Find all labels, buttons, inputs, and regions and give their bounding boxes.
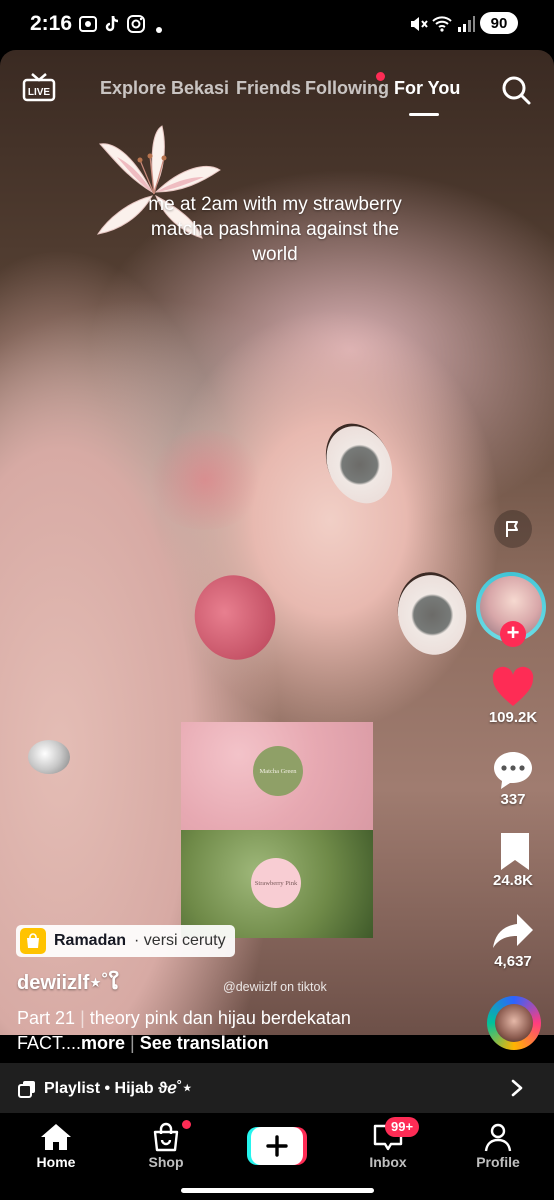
share-count: 4,637: [494, 953, 532, 970]
music-disc-image: [495, 1004, 533, 1042]
chevron-right-icon[interactable]: [508, 1078, 526, 1098]
create-button[interactable]: [247, 1127, 307, 1165]
playlist-icon: [18, 1081, 35, 1098]
more-notifications-dot: [156, 27, 162, 33]
shopping-bag-icon: [20, 928, 46, 954]
mute-icon: [411, 17, 428, 31]
nav-shop-label: Shop: [148, 1154, 184, 1170]
active-tab-indicator: [409, 113, 439, 116]
report-button[interactable]: [494, 510, 532, 548]
creator-username[interactable]: dewiizlf⋆˚ໃ: [17, 970, 119, 995]
nav-home-label: Home: [36, 1154, 76, 1170]
strawberry-pink-swatch: Strawberry Pink: [251, 858, 301, 908]
video-button-brooch: [28, 740, 70, 774]
nav-home[interactable]: Home: [11, 1120, 101, 1170]
svg-text:LIVE: LIVE: [28, 87, 51, 98]
tab-friends[interactable]: Friends: [236, 78, 301, 99]
shopping-bag-nav-icon: [153, 1122, 179, 1152]
caption-part: Part 21: [17, 1008, 76, 1028]
caption-continued: FACT....: [17, 1033, 82, 1053]
comment-count: 337: [500, 791, 526, 808]
video-blush-shape: [145, 430, 265, 530]
color-swatch-collage: Matcha Green Strawberry Pink: [181, 722, 373, 938]
home-indicator: [181, 1188, 374, 1193]
video-watermark: @dewiizlf on tiktok: [223, 980, 327, 994]
playlist-label: Playlist • Hijab ϑℯ˚⋆: [44, 1080, 193, 1097]
anchor-link[interactable]: Ramadan · versi ceruty: [16, 925, 235, 957]
tab-following[interactable]: Following: [305, 78, 389, 99]
matcha-green-swatch: Matcha Green: [253, 746, 303, 796]
screen-record-icon: [79, 16, 97, 32]
video-eye-left: [313, 412, 405, 515]
anchor-title: Ramadan: [54, 932, 127, 949]
tab-for-you[interactable]: For You: [394, 78, 460, 99]
live-icon[interactable]: LIVE: [22, 72, 56, 102]
nav-profile[interactable]: Profile: [453, 1120, 543, 1170]
post-caption-line1: Part 21 | theory pink dan hijau berdekat…: [17, 1008, 351, 1028]
instagram-icon: [127, 15, 145, 33]
playlist-bar[interactable]: Playlist • Hijab ϑℯ˚⋆: [0, 1063, 554, 1113]
nav-shop[interactable]: Shop: [121, 1120, 211, 1170]
signal-icon: [458, 16, 475, 32]
video-lips-shape: [182, 563, 288, 672]
anchor-subtitle: · versi ceruty: [134, 932, 226, 949]
tab-bekasi[interactable]: Bekasi: [171, 78, 229, 99]
status-time: 2:16: [30, 12, 73, 35]
share-icon[interactable]: [491, 910, 535, 954]
post-caption-line2: FACT....more | See translation: [17, 1033, 269, 1053]
tab-explore[interactable]: Explore: [100, 78, 166, 99]
comment-icon[interactable]: [491, 748, 535, 792]
save-count: 24.8K: [492, 872, 534, 889]
following-notification-dot: [376, 72, 385, 81]
see-translation-link[interactable]: See translation: [140, 1033, 269, 1053]
battery-indicator: 90: [480, 12, 518, 34]
bookmark-icon[interactable]: [493, 830, 537, 874]
more-link[interactable]: more: [81, 1033, 125, 1053]
search-icon[interactable]: [500, 74, 532, 106]
home-icon: [41, 1124, 71, 1150]
heart-icon[interactable]: [491, 666, 535, 710]
flag-icon: [506, 521, 518, 537]
nav-inbox-label: Inbox: [369, 1154, 407, 1170]
video-eye-right: [391, 566, 473, 661]
video-overlay-caption: me at 2am with my strawberry matcha pash…: [148, 194, 402, 265]
caption-text: theory pink dan hijau berdekatan: [89, 1008, 351, 1028]
inbox-badge: 99+: [385, 1117, 420, 1137]
wifi-icon: [432, 16, 452, 32]
shop-notification-dot: [182, 1120, 191, 1129]
tiktok-icon: [105, 15, 119, 32]
like-count: 109.2K: [488, 709, 538, 726]
nav-profile-label: Profile: [476, 1154, 520, 1170]
profile-icon: [484, 1123, 512, 1152]
follow-button[interactable]: +: [500, 621, 526, 647]
